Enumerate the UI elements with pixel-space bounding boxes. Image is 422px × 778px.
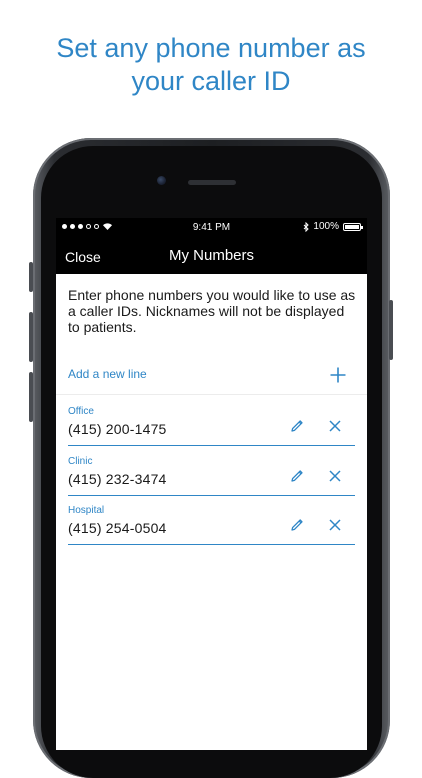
close-icon[interactable] bbox=[327, 418, 343, 434]
phone-number-field[interactable]: (415) 232-3474 bbox=[68, 471, 167, 487]
marketing-headline: Set any phone number as your caller ID bbox=[0, 32, 422, 98]
nav-title: My Numbers bbox=[168, 247, 254, 264]
phone-power-button bbox=[389, 300, 393, 360]
nickname-label: Hospital bbox=[68, 505, 105, 516]
phone-mute-switch bbox=[29, 262, 33, 292]
field-underline bbox=[68, 544, 355, 545]
pencil-icon[interactable] bbox=[289, 468, 305, 484]
add-new-line-button[interactable]: Add a new line bbox=[56, 358, 367, 394]
number-entry-office: Office (415) 200-1475 bbox=[68, 406, 355, 446]
number-entry-hospital: Hospital (415) 254-0504 bbox=[68, 505, 355, 545]
phone-volume-down bbox=[29, 372, 33, 422]
phone-number-field[interactable]: (415) 254-0504 bbox=[68, 520, 167, 536]
pencil-icon[interactable] bbox=[289, 517, 305, 533]
headline-line-1: Set any phone number as bbox=[56, 33, 366, 63]
intro-text: Enter phone numbers you would like to us… bbox=[68, 287, 356, 335]
bluetooth-icon bbox=[304, 221, 310, 232]
status-right: 100% bbox=[303, 221, 363, 232]
phone-volume-up bbox=[29, 312, 33, 362]
nickname-label: Office bbox=[68, 406, 94, 417]
headline-line-2: your caller ID bbox=[131, 66, 291, 96]
front-camera bbox=[157, 176, 166, 185]
phone-number-field[interactable]: (415) 200-1475 bbox=[68, 421, 167, 437]
number-entry-clinic: Clinic (415) 232-3474 bbox=[68, 456, 355, 496]
app-screen: 9:41 PM 100% Close My Numbers Enter phon… bbox=[56, 218, 367, 750]
earpiece-speaker bbox=[188, 180, 236, 185]
navigation-bar: Close My Numbers bbox=[56, 238, 367, 274]
field-underline bbox=[68, 495, 355, 496]
divider bbox=[56, 394, 367, 395]
battery-icon bbox=[343, 222, 363, 231]
status-bar: 9:41 PM 100% bbox=[56, 218, 367, 238]
close-icon[interactable] bbox=[327, 517, 343, 533]
plus-icon[interactable] bbox=[329, 366, 347, 384]
field-underline bbox=[68, 445, 355, 446]
add-new-line-label: Add a new line bbox=[68, 367, 147, 381]
nickname-label: Clinic bbox=[68, 456, 93, 467]
close-icon[interactable] bbox=[327, 468, 343, 484]
battery-percent: 100% bbox=[313, 221, 339, 232]
pencil-icon[interactable] bbox=[289, 418, 305, 434]
